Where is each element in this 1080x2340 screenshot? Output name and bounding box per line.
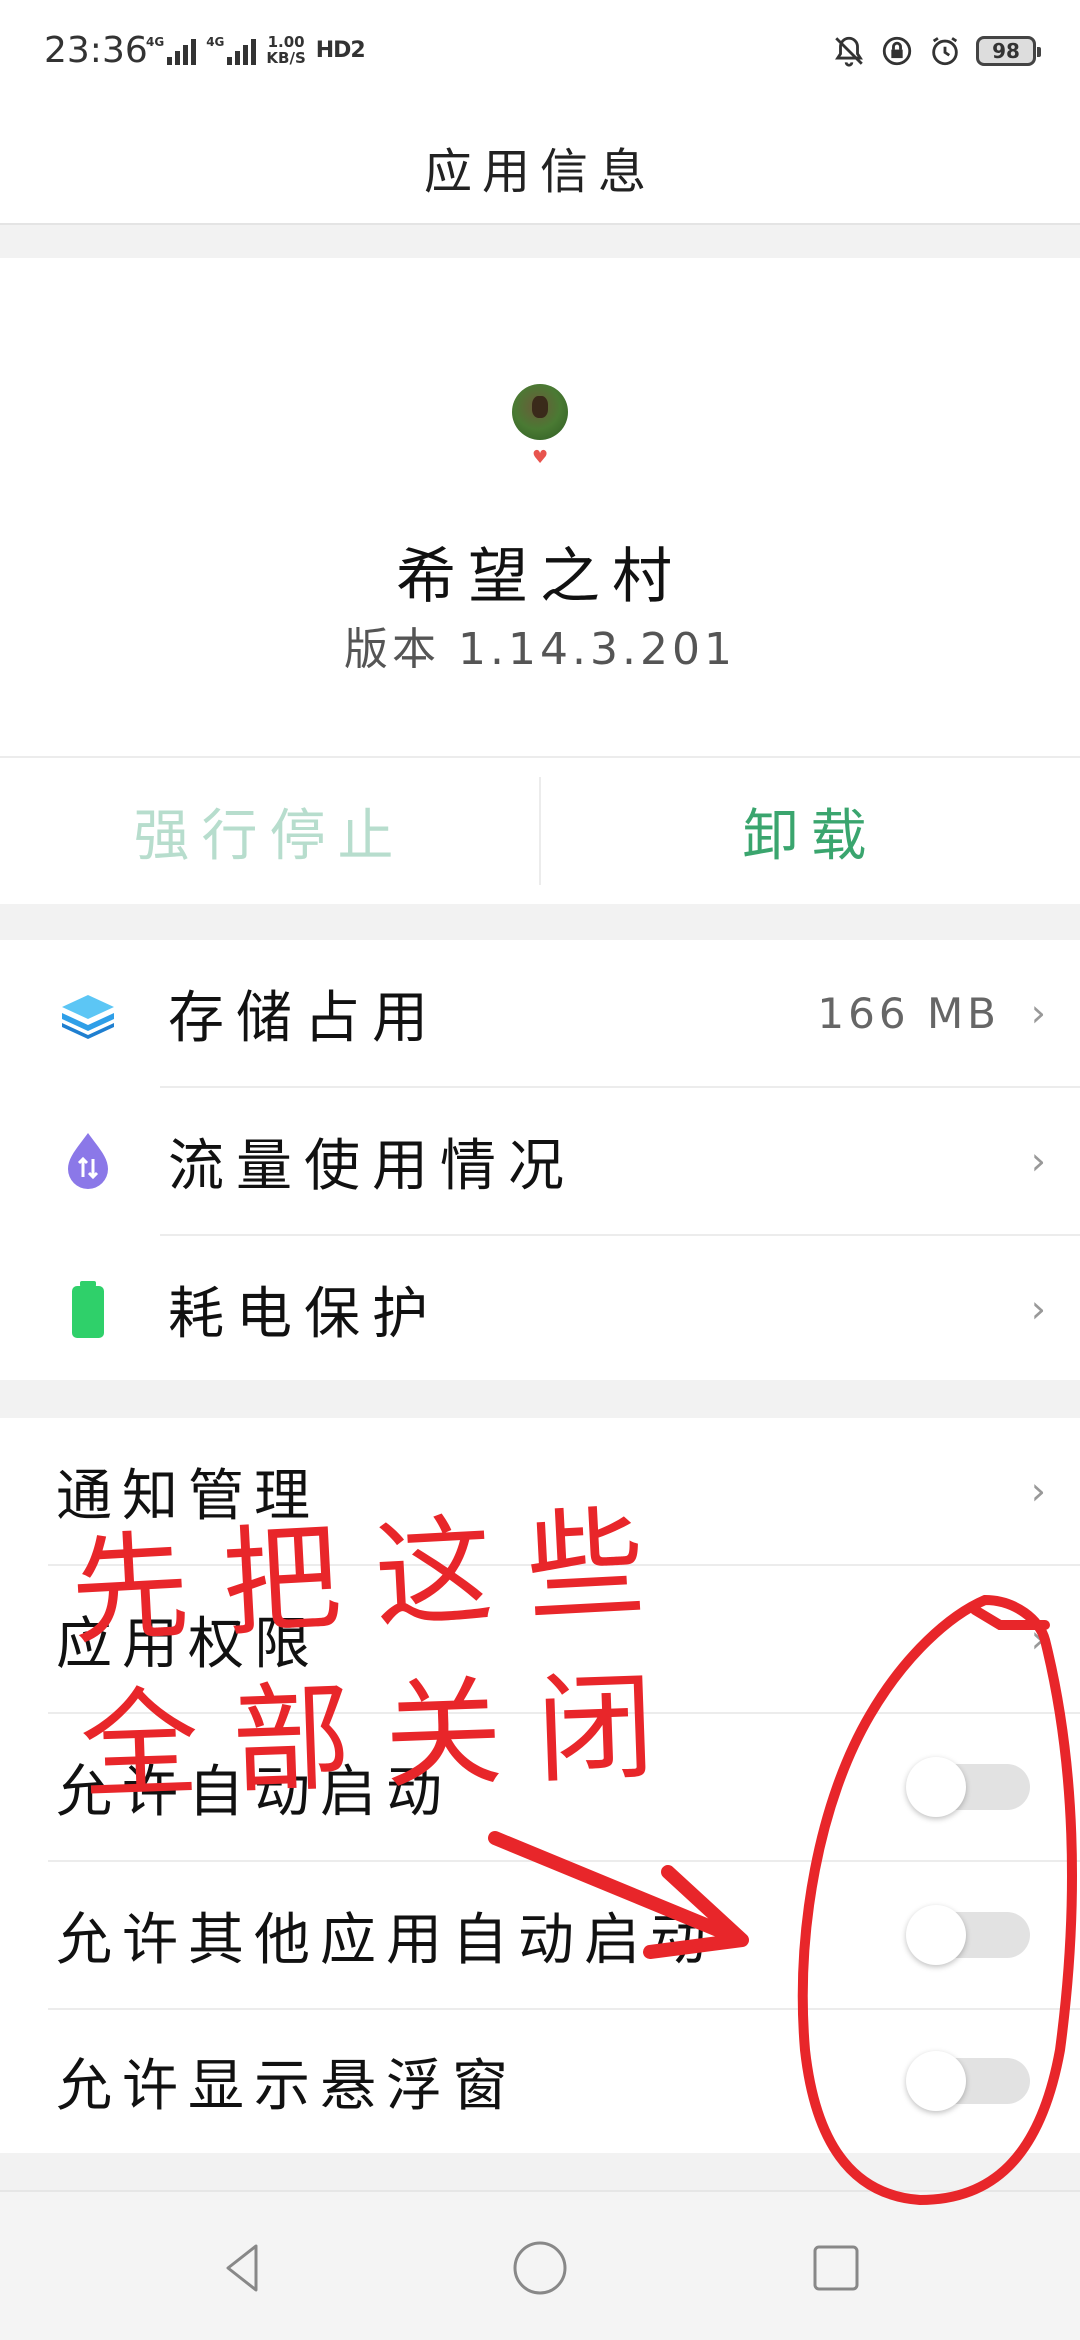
chevron-right-icon: › xyxy=(1030,1617,1046,1661)
mute-bell-icon xyxy=(835,36,863,67)
status-time: 23:36 xyxy=(44,30,148,71)
network-indicators: 4G 4G 1.00 KB/S HD2 xyxy=(146,33,366,67)
app-actions: 强行停止 卸载 xyxy=(0,756,1080,904)
list-item-label: 允许自动启动 xyxy=(56,1759,452,1825)
other-apps-start-toggle[interactable] xyxy=(906,1905,1030,1965)
storage-size: 166 MB xyxy=(817,988,1000,1038)
list-item-label: 通知管理 xyxy=(56,1463,320,1529)
heart-icon: ♥ xyxy=(532,447,549,468)
navigation-bar xyxy=(0,2190,1080,2340)
signal-icon: 4G xyxy=(146,35,197,65)
app-info-card: ♥ 希望之村 版本 1.14.3.201 xyxy=(0,258,1080,756)
list-item-label: 应用权限 xyxy=(56,1611,320,1677)
list-item-battery-protection[interactable]: 耗电保护 › xyxy=(0,1236,1080,1382)
hd-voice-icon: HD2 xyxy=(315,37,366,63)
list-item-data-usage[interactable]: 流量使用情况 › xyxy=(0,1088,1080,1234)
app-details-list: 存储占用 166 MB › 流量使用情况 › 耗电保护 › xyxy=(0,940,1080,1380)
list-item-app-permissions[interactable]: 应用权限 › xyxy=(0,1566,1080,1712)
signal-icon: 4G xyxy=(206,35,257,65)
list-item-allow-floating-window: 允许显示悬浮窗 xyxy=(0,2008,1080,2154)
storage-layers-icon xyxy=(62,995,114,1039)
list-item-storage[interactable]: 存储占用 166 MB › xyxy=(0,940,1080,1086)
list-item-allow-other-apps-start: 允许其他应用自动启动 xyxy=(0,1862,1080,2008)
status-right: 98 xyxy=(832,34,1041,68)
back-icon[interactable] xyxy=(214,2238,274,2298)
chevron-right-icon: › xyxy=(1030,1469,1046,1513)
auto-start-toggle[interactable] xyxy=(906,1757,1030,1817)
chevron-right-icon: › xyxy=(1030,1287,1046,1331)
battery-icon: 98 xyxy=(976,36,1041,66)
network-speed: 1.00 KB/S xyxy=(266,33,306,67)
app-version: 版本 1.14.3.201 xyxy=(344,624,736,675)
status-bar: 23:36 4G 4G 1.00 KB/S HD2 98 xyxy=(0,0,1080,110)
app-icon xyxy=(512,384,568,440)
battery-icon xyxy=(72,1281,104,1338)
alarm-icon xyxy=(932,37,958,66)
chevron-right-icon: › xyxy=(1030,991,1046,1035)
data-usage-drop-icon xyxy=(68,1133,108,1189)
list-item-label: 允许其他应用自动启动 xyxy=(56,1907,716,1973)
uninstall-button[interactable]: 卸载 xyxy=(541,758,1080,904)
app-settings-list: 通知管理 › 应用权限 › 允许自动启动 允许其他应用自动启动 允许显示悬浮窗 xyxy=(0,1418,1080,2153)
list-item-label: 存储占用 xyxy=(168,985,440,1051)
chevron-right-icon: › xyxy=(1030,1139,1046,1183)
floating-window-toggle[interactable] xyxy=(906,2051,1030,2111)
rotation-lock-icon xyxy=(882,36,912,66)
app-name: 希望之村 xyxy=(396,542,684,612)
page-title: 应用信息 xyxy=(423,143,656,200)
list-item-label: 流量使用情况 xyxy=(168,1133,576,1199)
list-item-notification-management[interactable]: 通知管理 › xyxy=(0,1418,1080,1564)
home-icon[interactable] xyxy=(510,2238,570,2298)
title-bar: 应用信息 xyxy=(0,110,1080,225)
list-item-label: 耗电保护 xyxy=(168,1281,440,1347)
list-item-allow-auto-start: 允许自动启动 xyxy=(0,1714,1080,1860)
force-stop-button[interactable]: 强行停止 xyxy=(0,758,539,904)
list-item-label: 允许显示悬浮窗 xyxy=(56,2053,518,2119)
recents-icon[interactable] xyxy=(806,2238,866,2298)
